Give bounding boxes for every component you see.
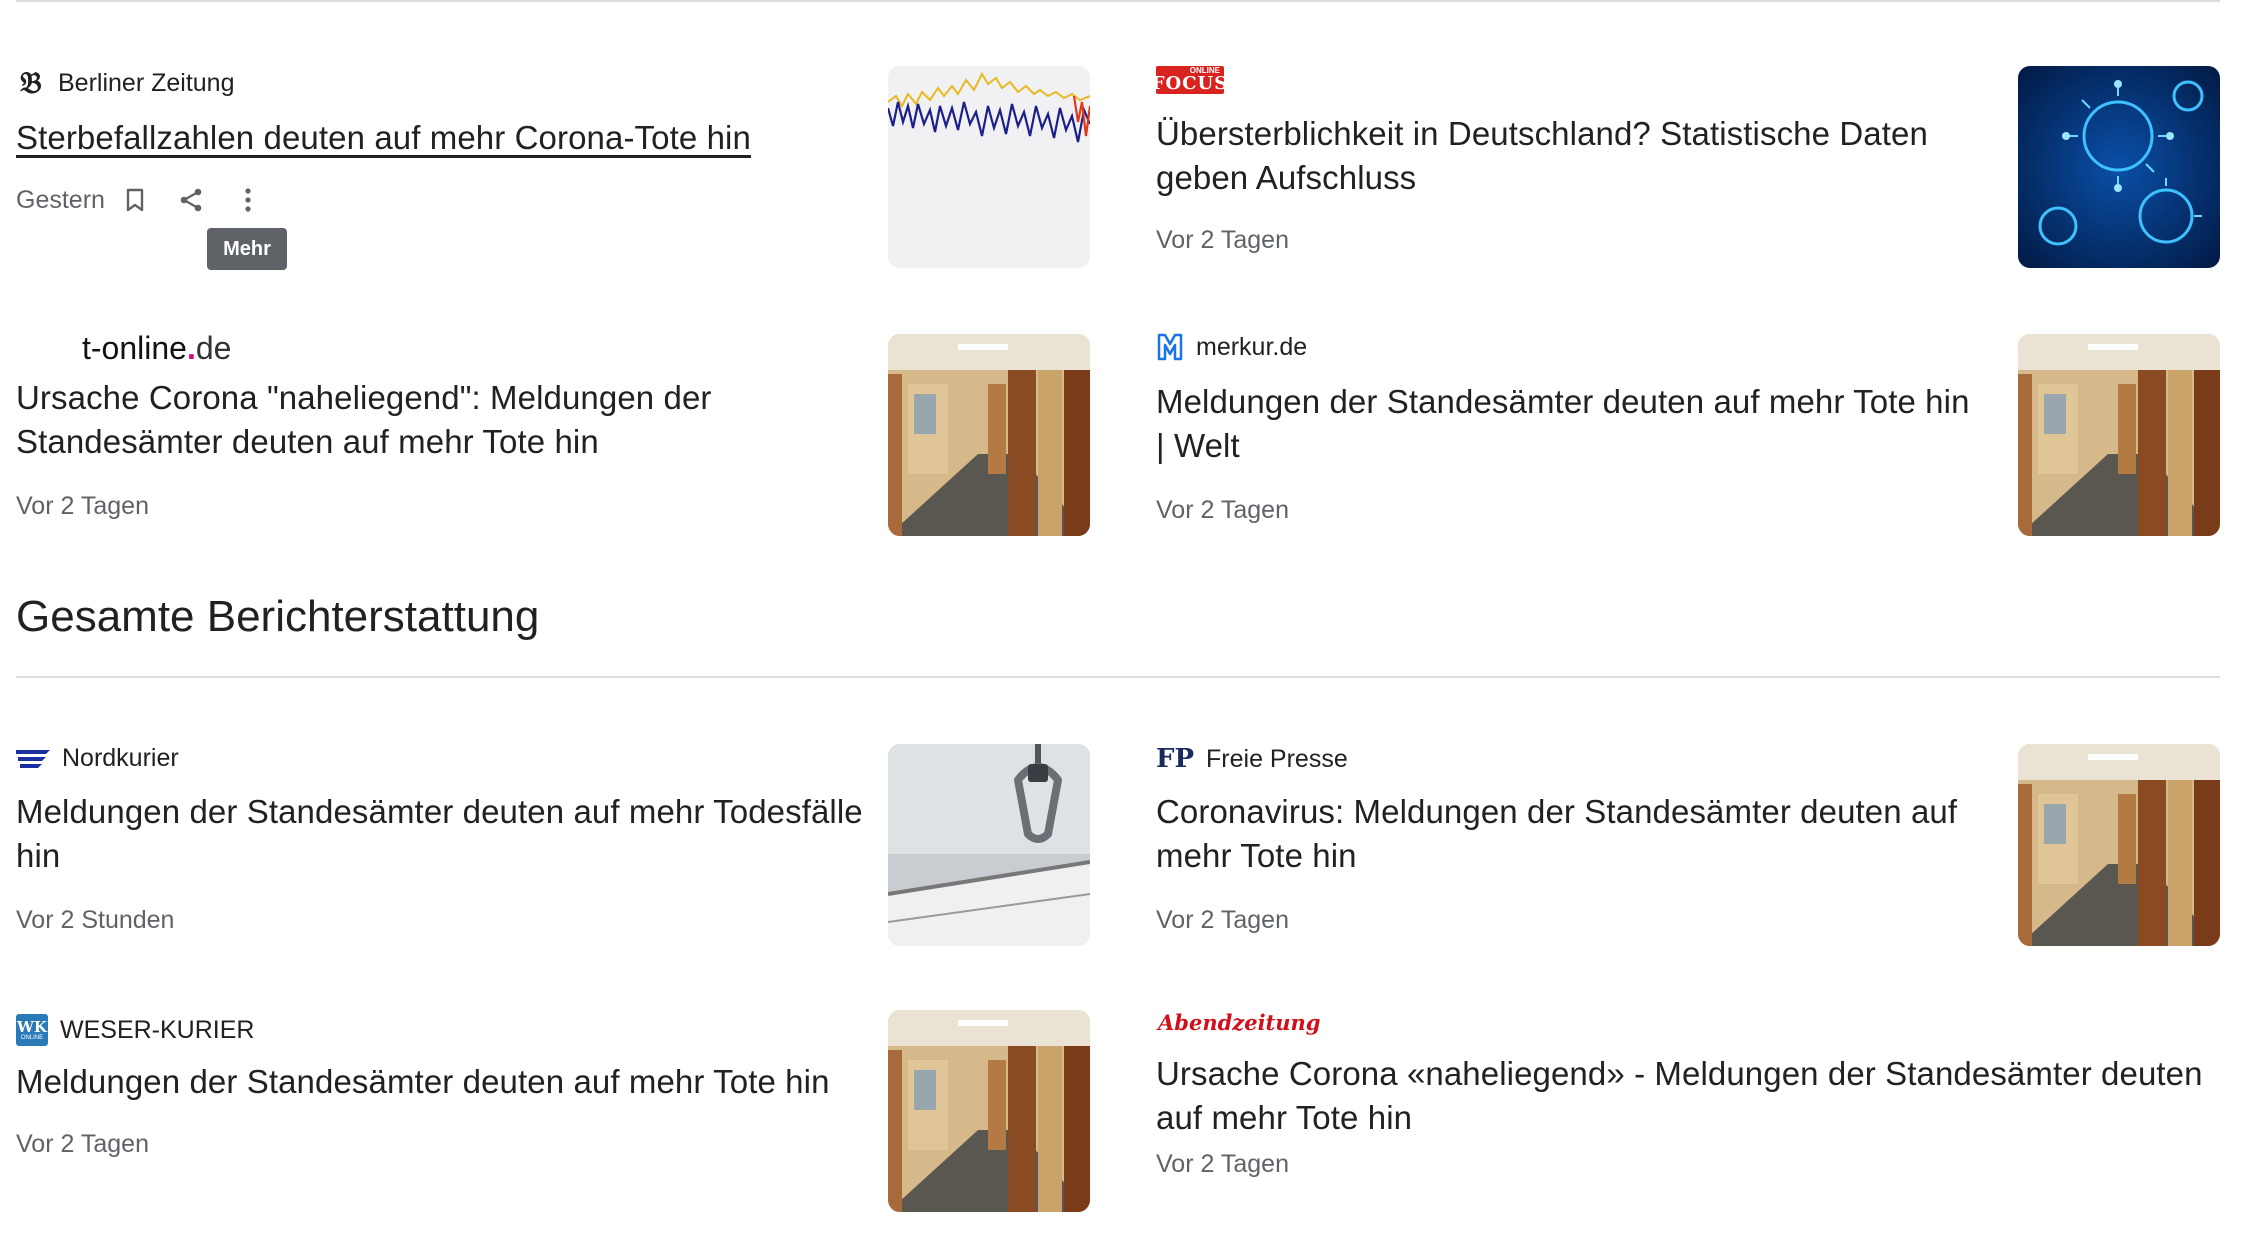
article-thumbnail[interactable]	[888, 66, 1090, 268]
article-card-berliner-zeitung[interactable]: 𝔅 Berliner Zeitung Sterbefallzahlen deut…	[0, 0, 1100, 300]
article-thumbnail[interactable]	[2018, 744, 2220, 946]
article-thumbnail[interactable]	[888, 744, 1090, 946]
article-card-abendzeitung[interactable]: Abendzeitung Ursache Corona «naheliegend…	[1140, 990, 2240, 1230]
coffin-room-image	[888, 334, 1090, 536]
section-title: Gesamte Berichterstattung	[16, 592, 540, 641]
article-card-t-online[interactable]: t-online.de Ursache Corona "naheliegend"…	[0, 320, 1100, 560]
source-label: merkur.de	[1196, 332, 1308, 361]
more-tooltip: Mehr	[207, 228, 287, 270]
article-card-focus[interactable]: ONLINE FOCUS Übersterblichkeit in Deutsc…	[1140, 0, 2240, 300]
headline-link[interactable]: Ursache Corona "naheliegend": Meldungen …	[16, 376, 846, 464]
article-thumbnail[interactable]	[888, 334, 1090, 536]
timestamp: Vor 2 Tagen	[16, 492, 149, 520]
source-abendzeitung[interactable]: Abendzeitung	[1158, 1010, 1332, 1035]
share-icon[interactable]	[171, 180, 211, 220]
article-thumbnail[interactable]	[2018, 334, 2220, 536]
headline-link[interactable]: Übersterblichkeit in Deutschland? Statis…	[1156, 112, 1956, 200]
weser-kurier-logo-icon: WK ONLINE	[16, 1014, 48, 1046]
section-divider	[16, 676, 2220, 678]
source-weser-kurier[interactable]: WK ONLINE WESER-KURIER	[16, 1014, 254, 1046]
source-freie-presse[interactable]: FP Freie Presse	[1156, 744, 1348, 774]
timestamp: Vor 2 Tagen	[1156, 906, 1289, 934]
article-card-freie-presse[interactable]: FP Freie Presse Coronavirus: Meldungen d…	[1140, 720, 2240, 960]
chart-image	[888, 66, 1090, 268]
t-online-logo: t-online.de	[82, 330, 232, 366]
source-label: Freie Presse	[1206, 744, 1348, 773]
headline-link[interactable]: Ursache Corona «naheliegend» - Meldungen…	[1156, 1052, 2246, 1140]
article-card-weser-kurier[interactable]: WK ONLINE WESER-KURIER Meldungen der Sta…	[0, 990, 1100, 1230]
timestamp: Vor 2 Tagen	[1156, 496, 1289, 524]
timestamp: Vor 2 Tagen	[16, 1130, 149, 1158]
headline-link[interactable]: Meldungen der Standesämter deuten auf me…	[16, 790, 876, 878]
headline-link[interactable]: Sterbefallzahlen deuten auf mehr Corona-…	[16, 116, 876, 160]
article-card-merkur[interactable]: merkur.de Meldungen der Standesämter deu…	[1140, 320, 2240, 560]
timestamp: Vor 2 Stunden	[16, 906, 175, 934]
article-thumbnail[interactable]	[2018, 66, 2220, 268]
berliner-zeitung-logo-icon: 𝔅	[20, 66, 42, 101]
merkur-logo-icon	[1156, 332, 1184, 362]
article-thumbnail[interactable]	[888, 1010, 1090, 1212]
more-vert-icon[interactable]	[228, 180, 268, 220]
source-nordkurier[interactable]: Nordkurier	[16, 744, 179, 773]
focus-online-logo-icon: ONLINE FOCUS	[1151, 66, 1229, 94]
headline-link[interactable]: Meldungen der Standesämter deuten auf me…	[16, 1060, 876, 1104]
headline-link[interactable]: Meldungen der Standesämter deuten auf me…	[1156, 380, 1986, 468]
article-card-nordkurier[interactable]: Nordkurier Meldungen der Standesämter de…	[0, 720, 1100, 960]
freie-presse-logo-icon: FP	[1156, 744, 1195, 774]
headline-link[interactable]: Coronavirus: Meldungen der Standesämter …	[1156, 790, 1986, 878]
bookmark-icon[interactable]	[115, 180, 155, 220]
abendzeitung-logo-icon: Abendzeitung	[1158, 1010, 1321, 1035]
timestamp: Vor 2 Tagen	[1156, 1150, 1289, 1178]
coffin-room-image	[2018, 334, 2220, 536]
source-label: Nordkurier	[62, 744, 179, 772]
news-coverage-page: 𝔅 Berliner Zeitung Sterbefallzahlen deut…	[0, 0, 2252, 1234]
virus-image	[2018, 66, 2220, 268]
source-focus-online[interactable]: ONLINE FOCUS	[1151, 66, 1229, 94]
coffin-room-image	[2018, 744, 2220, 946]
nordkurier-logo-icon	[16, 748, 50, 770]
source-label: Berliner Zeitung	[58, 69, 235, 97]
source-t-online[interactable]: t-online.de	[82, 330, 231, 367]
timestamp: Vor 2 Tagen	[1156, 226, 1289, 254]
source-berliner-zeitung[interactable]: 𝔅 Berliner Zeitung	[16, 66, 234, 101]
coffin-room-image	[888, 1010, 1090, 1212]
source-label: WESER-KURIER	[60, 1015, 255, 1044]
hospital-bed-image	[888, 744, 1090, 946]
source-merkur[interactable]: merkur.de	[1156, 332, 1307, 362]
timestamp: Gestern	[16, 186, 105, 214]
